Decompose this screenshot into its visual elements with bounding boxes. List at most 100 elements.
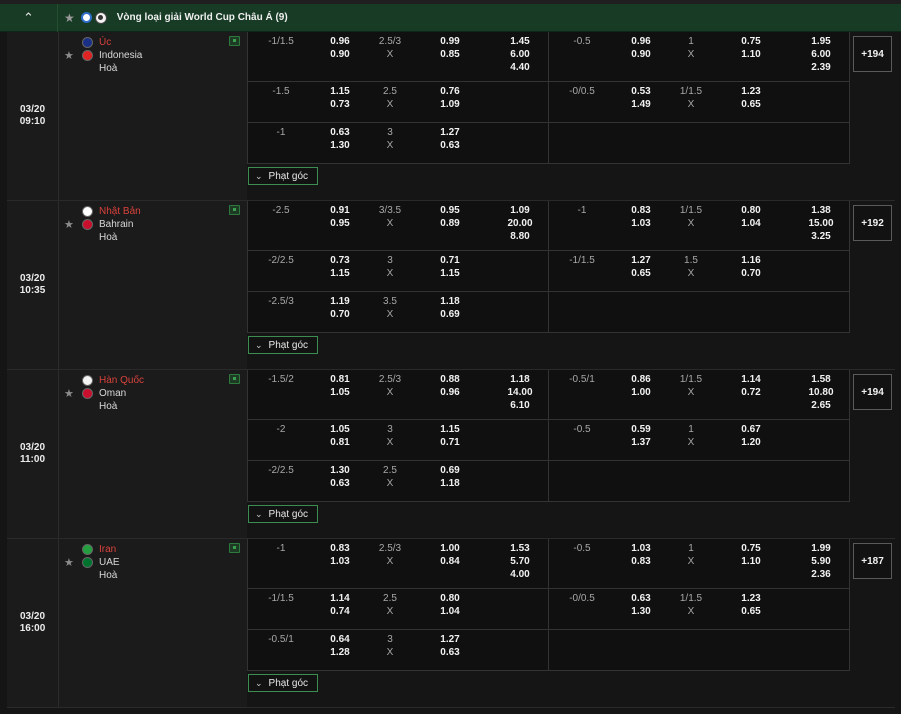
star-icon[interactable]: ★	[64, 11, 75, 25]
home-win-odd[interactable]: 1.58	[801, 374, 841, 385]
handicap-odd-home[interactable]: 1.15	[320, 86, 360, 97]
away-win-odd[interactable]: 20.00	[500, 218, 540, 229]
away-win-odd[interactable]: 6.00	[801, 49, 841, 60]
home-win-odd[interactable]: 1.38	[801, 205, 841, 216]
home-win-odd[interactable]: 1.09	[500, 205, 540, 216]
handicap-odd-home[interactable]: 0.73	[320, 255, 360, 266]
handicap-odd-away[interactable]: 1.37	[621, 437, 661, 448]
away-win-odd[interactable]: 10.80	[801, 387, 841, 398]
under-odd[interactable]: 0.70	[731, 268, 771, 279]
handicap-odd-home[interactable]: 0.96	[621, 36, 661, 47]
over-odd[interactable]: 0.80	[430, 593, 470, 604]
under-odd[interactable]: 0.69	[430, 309, 470, 320]
corner-kicks-button[interactable]: ⌄ Phạt góc	[248, 167, 318, 185]
live-stream-icon[interactable]	[229, 543, 240, 553]
home-win-odd[interactable]: 1.18	[500, 374, 540, 385]
under-odd[interactable]: 0.72	[731, 387, 771, 398]
team-row[interactable]: Hoà	[59, 62, 219, 75]
handicap-odd-home[interactable]: 1.03	[621, 543, 661, 554]
away-win-odd[interactable]: 5.90	[801, 556, 841, 567]
handicap-odd-away[interactable]: 0.90	[621, 49, 661, 60]
handicap-odd-home[interactable]: 0.64	[320, 634, 360, 645]
over-odd[interactable]: 0.75	[731, 36, 771, 47]
star-icon[interactable]: ★	[64, 49, 74, 62]
under-odd[interactable]: 0.96	[430, 387, 470, 398]
over-odd[interactable]: 0.95	[430, 205, 470, 216]
under-odd[interactable]: 0.84	[430, 556, 470, 567]
away-win-odd[interactable]: 15.00	[801, 218, 841, 229]
league-header[interactable]: ⌃ ★ Vòng loại giải World Cup Châu Á (9)	[0, 3, 901, 32]
over-odd[interactable]: 0.99	[430, 36, 470, 47]
handicap-odd-home[interactable]: 0.53	[621, 86, 661, 97]
handicap-odd-away[interactable]: 1.05	[320, 387, 360, 398]
team-row[interactable]: ★ Bahrain	[59, 218, 219, 231]
handicap-odd-away[interactable]: 1.30	[320, 140, 360, 151]
under-odd[interactable]: 0.89	[430, 218, 470, 229]
handicap-odd-away[interactable]: 1.00	[621, 387, 661, 398]
under-odd[interactable]: 1.15	[430, 268, 470, 279]
handicap-odd-home[interactable]: 0.81	[320, 374, 360, 385]
draw-odd[interactable]: 4.00	[500, 569, 540, 580]
home-win-odd[interactable]: 1.53	[500, 543, 540, 554]
over-odd[interactable]: 0.76	[430, 86, 470, 97]
under-odd[interactable]: 1.04	[731, 218, 771, 229]
home-win-odd[interactable]: 1.99	[801, 543, 841, 554]
draw-odd[interactable]: 2.39	[801, 62, 841, 73]
draw-odd[interactable]: 6.10	[500, 400, 540, 411]
handicap-odd-away[interactable]: 1.28	[320, 647, 360, 658]
over-odd[interactable]: 1.27	[430, 127, 470, 138]
away-win-odd[interactable]: 14.00	[500, 387, 540, 398]
team-row[interactable]: ★ Indonesia	[59, 49, 219, 62]
handicap-odd-away[interactable]: 0.73	[320, 99, 360, 110]
more-markets-button[interactable]: +187	[853, 543, 892, 579]
over-odd[interactable]: 0.67	[731, 424, 771, 435]
handicap-odd-home[interactable]: 0.63	[621, 593, 661, 604]
over-odd[interactable]: 1.18	[430, 296, 470, 307]
over-odd[interactable]: 1.27	[430, 634, 470, 645]
home-win-odd[interactable]: 1.95	[801, 36, 841, 47]
draw-odd[interactable]: 8.80	[500, 231, 540, 242]
away-win-odd[interactable]: 5.70	[500, 556, 540, 567]
under-odd[interactable]: 1.20	[731, 437, 771, 448]
over-odd[interactable]: 1.16	[731, 255, 771, 266]
handicap-odd-away[interactable]: 0.74	[320, 606, 360, 617]
under-odd[interactable]: 0.65	[731, 606, 771, 617]
handicap-odd-home[interactable]: 0.91	[320, 205, 360, 216]
handicap-odd-home[interactable]: 0.59	[621, 424, 661, 435]
under-odd[interactable]: 0.85	[430, 49, 470, 60]
star-icon[interactable]: ★	[64, 556, 74, 569]
team-row[interactable]: Úc	[59, 36, 219, 49]
team-row[interactable]: Hàn Quốc	[59, 374, 219, 387]
under-odd[interactable]: 1.09	[430, 99, 470, 110]
under-odd[interactable]: 0.65	[731, 99, 771, 110]
handicap-odd-away[interactable]: 0.83	[621, 556, 661, 567]
handicap-odd-home[interactable]: 1.30	[320, 465, 360, 476]
over-odd[interactable]: 1.00	[430, 543, 470, 554]
over-odd[interactable]: 0.75	[731, 543, 771, 554]
draw-odd[interactable]: 2.65	[801, 400, 841, 411]
under-odd[interactable]: 1.04	[430, 606, 470, 617]
away-win-odd[interactable]: 6.00	[500, 49, 540, 60]
home-win-odd[interactable]: 1.45	[500, 36, 540, 47]
under-odd[interactable]: 0.63	[430, 647, 470, 658]
handicap-odd-away[interactable]: 1.30	[621, 606, 661, 617]
chevron-up-icon[interactable]: ⌃	[0, 3, 58, 32]
team-row[interactable]: Nhật Bản	[59, 205, 219, 218]
corner-kicks-button[interactable]: ⌄ Phạt góc	[248, 505, 318, 523]
under-odd[interactable]: 1.18	[430, 478, 470, 489]
over-odd[interactable]: 1.15	[430, 424, 470, 435]
handicap-odd-home[interactable]: 0.86	[621, 374, 661, 385]
handicap-odd-home[interactable]: 1.05	[320, 424, 360, 435]
draw-odd[interactable]: 4.40	[500, 62, 540, 73]
under-odd[interactable]: 0.71	[430, 437, 470, 448]
handicap-odd-away[interactable]: 0.65	[621, 268, 661, 279]
more-markets-button[interactable]: +192	[853, 205, 892, 241]
handicap-odd-away[interactable]: 1.15	[320, 268, 360, 279]
handicap-odd-away[interactable]: 0.63	[320, 478, 360, 489]
handicap-odd-away[interactable]: 0.90	[320, 49, 360, 60]
team-row[interactable]: Iran	[59, 543, 219, 556]
over-odd[interactable]: 1.23	[731, 86, 771, 97]
handicap-odd-home[interactable]: 1.14	[320, 593, 360, 604]
more-markets-button[interactable]: +194	[853, 374, 892, 410]
team-row[interactable]: Hoà	[59, 400, 219, 413]
